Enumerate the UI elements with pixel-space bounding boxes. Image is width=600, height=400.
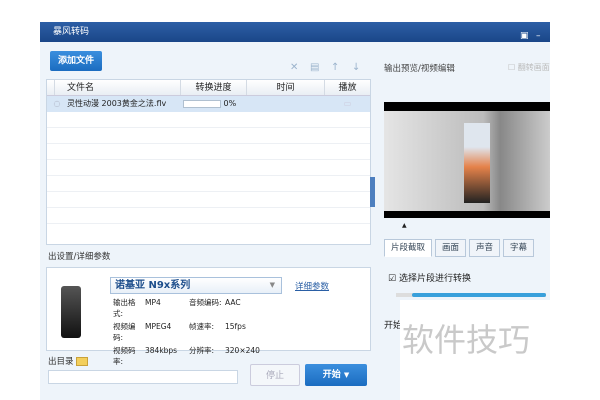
arrow-down-icon[interactable]: ↓ (352, 62, 360, 73)
folder-icon[interactable] (76, 357, 89, 366)
start-button[interactable]: 开始 ▼ (305, 364, 367, 386)
title-bar: 暴风转码 ▣ – (40, 22, 550, 42)
tab-picture[interactable]: 画面 (435, 239, 467, 257)
edit-tabs: 片段截取 画面 声音 字幕 (384, 239, 535, 257)
file-time (247, 96, 325, 112)
progress-text: 0% (223, 99, 237, 108)
tab-clip[interactable]: 片段截取 (384, 239, 433, 257)
col-filename[interactable]: 文件名 (55, 80, 181, 95)
table-row[interactable]: ◌ 灵性动漫 2003黄金之法.flv 0% ▭ (47, 96, 370, 112)
close-icon[interactable]: ✕ (290, 62, 298, 73)
progress-bar (183, 99, 221, 108)
chevron-down-icon: ▼ (343, 371, 350, 379)
arrow-up-icon[interactable]: ↑ (331, 62, 339, 73)
col-progress[interactable]: 转换进度 (181, 80, 247, 95)
file-table: 文件名 转换进度 时间 播放 ◌ 灵性动漫 2003黄金之法.flv 0% ▭ (46, 79, 371, 245)
col-time[interactable]: 时间 (247, 80, 325, 95)
flip-checkbox[interactable]: ☐ 翻转画面 (508, 62, 550, 73)
app-title: 暴风转码 (53, 27, 90, 37)
preset-select[interactable]: 诺基亚 N9x系列 ▼ (110, 277, 282, 294)
phone-image (61, 286, 81, 338)
add-file-button[interactable]: 添加文件 (50, 51, 102, 71)
video-preview (384, 102, 550, 218)
segment-checkbox[interactable]: ☑ 选择片段进行转换 (388, 271, 471, 284)
details-link[interactable]: 详细参数 (295, 280, 329, 292)
output-settings-label: 出设置/详细参数 (48, 252, 111, 262)
character-figure (464, 123, 490, 203)
output-dir-label: 出目录 (48, 355, 89, 367)
tab-audio[interactable]: 声音 (469, 239, 501, 257)
trash-icon[interactable]: ▤ (310, 62, 319, 73)
play-icon[interactable]: ▭ (325, 96, 370, 112)
segment-slider[interactable] (412, 293, 546, 297)
stop-button[interactable]: 停止 (250, 364, 300, 386)
tab-subtitle[interactable]: 字幕 (503, 239, 535, 257)
preview-label: 输出预览/视频编辑 (384, 64, 455, 74)
file-name: 灵性动漫 2003黄金之法.flv (67, 99, 167, 108)
col-play[interactable]: 播放 (325, 80, 370, 95)
output-settings-box: 诺基亚 N9x系列 ▼ 详细参数 输出格式: MP4 音频编码: AAC 视频编码: MP… (46, 267, 371, 366)
chevron-down-icon: ▼ (269, 281, 275, 289)
params-grid: 输出格式: MP4 音频编码: AAC 视频编码: MPEG4 帧速率: 15fps 视频码… (113, 298, 260, 366)
watermark: 软件技巧 (400, 300, 550, 400)
seek-marker[interactable]: ▲ (402, 222, 407, 229)
output-dir-input[interactable] (48, 370, 238, 384)
table-header: 文件名 转换进度 时间 播放 (47, 80, 370, 96)
